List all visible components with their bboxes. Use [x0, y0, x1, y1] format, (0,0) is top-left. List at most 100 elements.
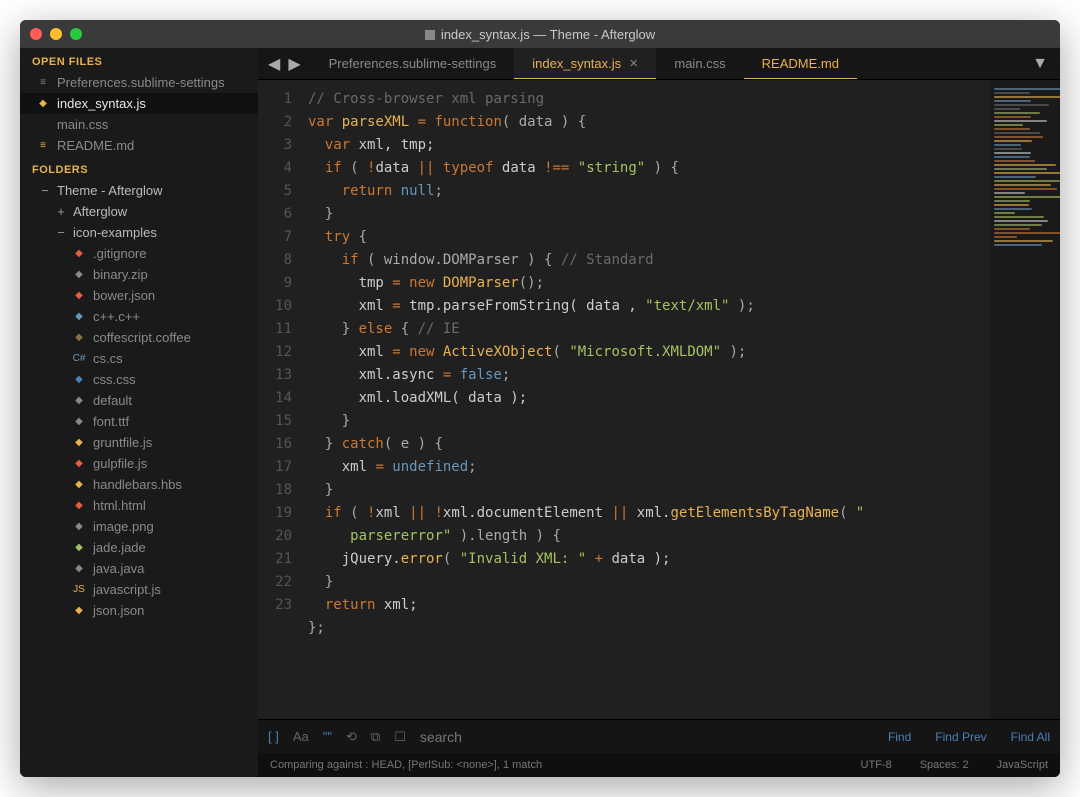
filetype-icon: ◆	[72, 289, 86, 303]
file-tree-item[interactable]: ◆font.ttf	[20, 411, 258, 432]
file-tree-item[interactable]: ◆gruntfile.js	[20, 432, 258, 453]
tab[interactable]: main.css	[656, 48, 743, 79]
subfolder-afterglow[interactable]: +Afterglow	[20, 201, 258, 222]
file-tree-item[interactable]: ◆css.css	[20, 369, 258, 390]
search-input[interactable]	[420, 729, 874, 745]
close-window-button[interactable]	[30, 28, 42, 40]
open-file-item[interactable]: ≡README.md	[20, 135, 258, 156]
document-icon	[425, 30, 435, 40]
filetype-icon: JS	[72, 583, 86, 597]
file-label: c++.c++	[93, 309, 140, 324]
file-label: font.ttf	[93, 414, 129, 429]
open-files-header: Open Files	[20, 48, 258, 72]
filetype-icon: ◆	[72, 310, 86, 324]
subfolder-icon-examples[interactable]: −icon-examples	[20, 222, 258, 243]
find-button[interactable]: Find	[888, 730, 911, 744]
close-tab-icon[interactable]: ✕	[629, 57, 638, 70]
tab[interactable]: README.md	[744, 48, 857, 79]
find-prev-button[interactable]: Find Prev	[935, 730, 986, 744]
file-tree-item[interactable]: ◆java.java	[20, 558, 258, 579]
file-tree-item[interactable]: ◆ json.json	[20, 600, 258, 621]
project-folder[interactable]: −Theme - Afterglow	[20, 180, 258, 201]
file-label: Preferences.sublime-settings	[57, 75, 225, 90]
open-file-item[interactable]: main.css	[20, 114, 258, 135]
file-label: handlebars.hbs	[93, 477, 182, 492]
filetype-icon: C#	[72, 352, 86, 366]
status-spaces[interactable]: Spaces: 2	[920, 759, 969, 771]
file-label: html.html	[93, 498, 146, 513]
file-label: java.java	[93, 561, 144, 576]
regex-toggle-icon[interactable]: [ ]	[268, 729, 279, 744]
folders-header: Folders	[20, 156, 258, 180]
find-all-button[interactable]: Find All	[1011, 730, 1050, 744]
tab-label: Preferences.sublime-settings	[329, 56, 497, 71]
file-tree-item[interactable]: ◆jade.jade	[20, 537, 258, 558]
file-tree-item[interactable]: ◆image.png	[20, 516, 258, 537]
file-label: bower.json	[93, 288, 155, 303]
filetype-icon: ◆	[72, 457, 86, 471]
open-file-item[interactable]: ≡ Preferences.sublime-settings	[20, 72, 258, 93]
line-gutter: 1234567891011121314151617181920212223	[258, 80, 302, 719]
zoom-window-button[interactable]	[70, 28, 82, 40]
case-sensitive-toggle-icon[interactable]: Aa	[293, 729, 309, 744]
file-tree-item[interactable]: ◆ c++.c++	[20, 306, 258, 327]
file-label: json.json	[93, 603, 144, 618]
tab[interactable]: Preferences.sublime-settings	[311, 48, 515, 79]
file-tree-item[interactable]: ◆ bower.json	[20, 285, 258, 306]
tab-back-button[interactable]: ◀	[268, 54, 280, 74]
status-left: Comparing against : HEAD, [PerlSub: <non…	[270, 759, 542, 771]
file-label: image.png	[93, 519, 154, 534]
file-tree-item[interactable]: ◆binary.zip	[20, 264, 258, 285]
whole-word-toggle-icon[interactable]: ""	[323, 729, 332, 744]
minimize-window-button[interactable]	[50, 28, 62, 40]
collapse-icon: −	[40, 183, 50, 198]
file-tree-item[interactable]: ◆ html.html	[20, 495, 258, 516]
filetype-icon: ◆	[72, 499, 86, 513]
titlebar[interactable]: index_syntax.js — Theme - Afterglow	[20, 20, 1060, 48]
in-selection-toggle-icon[interactable]: ⧉	[371, 729, 380, 745]
file-tree-item[interactable]: JSjavascript.js	[20, 579, 258, 600]
window-title: index_syntax.js — Theme - Afterglow	[20, 27, 1060, 42]
file-tree-item[interactable]: ◆default	[20, 390, 258, 411]
status-language[interactable]: JavaScript	[997, 759, 1048, 771]
file-tree-item[interactable]: C#cs.cs	[20, 348, 258, 369]
file-label: .gitignore	[93, 246, 146, 261]
wrap-toggle-icon[interactable]: ⟲	[346, 729, 357, 745]
status-bar: Comparing against : HEAD, [PerlSub: <non…	[258, 753, 1060, 777]
tab-history-nav: ◀ ▶	[258, 48, 311, 79]
tab-label: main.css	[674, 56, 725, 71]
tab[interactable]: index_syntax.js✕	[514, 48, 656, 79]
tab-label: README.md	[762, 56, 839, 71]
open-file-item[interactable]: ◆ index_syntax.js	[20, 93, 258, 114]
tab-bar: ◀ ▶ Preferences.sublime-settings index_sy…	[258, 48, 1060, 80]
filetype-icon: ◆	[72, 331, 86, 345]
status-encoding[interactable]: UTF-8	[861, 759, 892, 771]
file-icon: ◆	[36, 97, 50, 111]
traffic-lights	[30, 28, 82, 40]
file-tree-item[interactable]: ◆handlebars.hbs	[20, 474, 258, 495]
file-label: index_syntax.js	[57, 96, 146, 111]
file-tree-item[interactable]: ◆ gulpfile.js	[20, 453, 258, 474]
file-tree-item[interactable]: ◆ coffescript.coffee	[20, 327, 258, 348]
file-tree-item[interactable]: ◆ .gitignore	[20, 243, 258, 264]
minimap[interactable]	[990, 80, 1060, 719]
file-icon	[36, 118, 50, 132]
file-icon: ≡	[36, 76, 50, 90]
file-label: default	[93, 393, 132, 408]
tab-overflow-button[interactable]: ▼	[1020, 48, 1060, 79]
filetype-icon: ◆	[72, 604, 86, 618]
filetype-icon: ◆	[72, 373, 86, 387]
filetype-icon: ◆	[72, 247, 86, 261]
sidebar: Open Files ≡ Preferences.sublime-settings…	[20, 48, 258, 777]
editor: 1234567891011121314151617181920212223 //…	[258, 80, 1060, 719]
filetype-icon: ◆	[72, 541, 86, 555]
file-label: gruntfile.js	[93, 435, 152, 450]
file-label: README.md	[57, 138, 134, 153]
code-area[interactable]: // Cross-browser xml parsingvar parseXML…	[302, 80, 990, 719]
file-label: coffescript.coffee	[93, 330, 191, 345]
highlight-toggle-icon[interactable]: ☐	[394, 729, 406, 745]
tab-forward-button[interactable]: ▶	[288, 54, 300, 74]
file-label: binary.zip	[93, 267, 148, 282]
collapse-icon: −	[56, 225, 66, 240]
file-label: gulpfile.js	[93, 456, 147, 471]
